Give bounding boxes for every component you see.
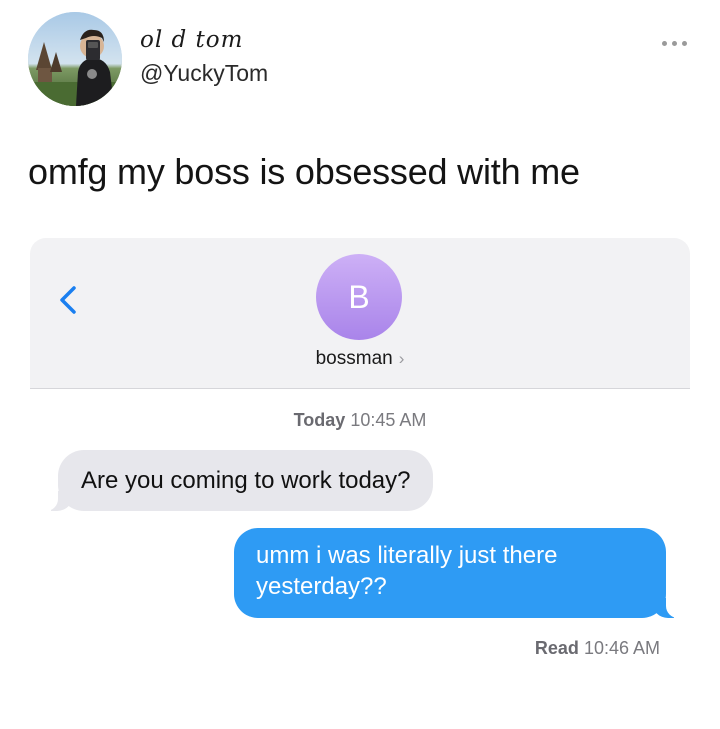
tweet-text: omfg my boss is obsessed with me — [28, 151, 580, 192]
tweet-header: ol d tom @YuckyTom — [28, 12, 692, 112]
read-label: Read — [534, 638, 579, 658]
display-name[interactable]: ol d tom — [140, 26, 268, 54]
message-text: umm i was literally just there yesterday… — [256, 542, 558, 600]
contact-avatar[interactable]: B — [316, 254, 402, 340]
timestamp-day: Today — [293, 410, 346, 430]
profile-photo — [28, 12, 122, 106]
conversation-header: B bossman › — [30, 238, 690, 389]
chevron-right-icon: › — [398, 349, 405, 368]
timestamp-time: 10:45 AM — [350, 410, 427, 430]
more-dots-icon[interactable] — [660, 38, 692, 48]
contact-name: bossman — [315, 348, 393, 369]
message-text: Are you coming to work today? — [81, 467, 411, 494]
read-receipt: Read 10:46 AM — [535, 638, 660, 659]
outgoing-message-bubble[interactable]: umm i was literally just there yesterday… — [234, 528, 686, 618]
read-time: 10:46 AM — [583, 638, 660, 658]
message-timestamp: Today 10:45 AM — [30, 410, 690, 431]
imessage-screenshot: B bossman › Today 10:45 AM Are you coming… — [30, 238, 690, 708]
user-handle[interactable]: @YuckyTom — [140, 58, 268, 88]
profile-avatar[interactable] — [28, 12, 122, 106]
incoming-message-bubble[interactable]: Are you coming to work today? — [38, 450, 433, 511]
contact-name-button[interactable]: bossman › — [30, 348, 690, 370]
chevron-left-icon[interactable] — [54, 280, 84, 320]
